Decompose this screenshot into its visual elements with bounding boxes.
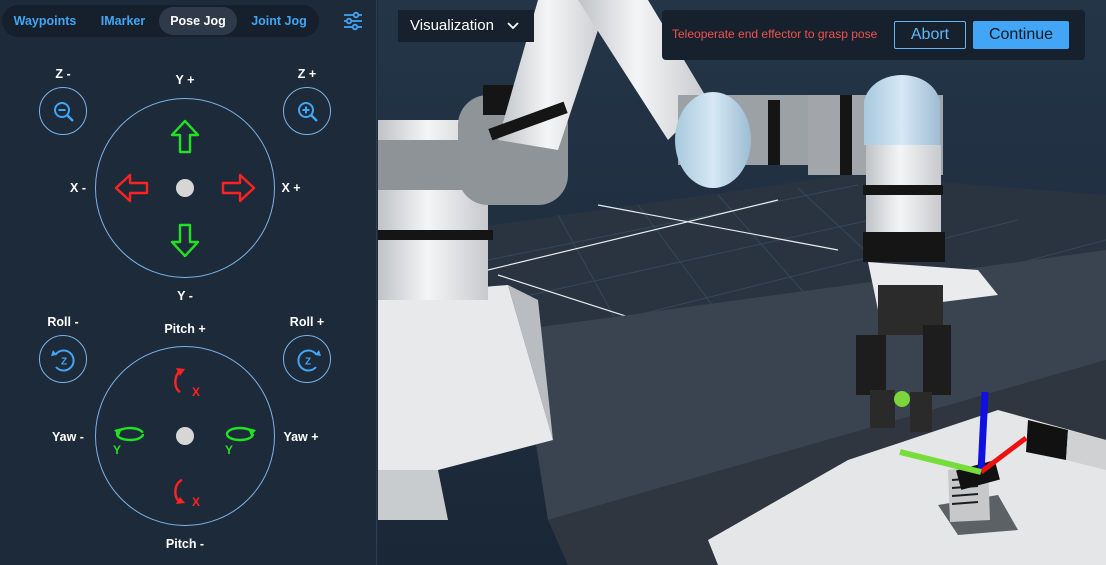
rotate-ccw-icon: Z bbox=[51, 349, 75, 372]
prompt-bar: Teleoperate end effector to grasp pose A… bbox=[662, 10, 1085, 60]
yaw-plus-label: Yaw + bbox=[283, 430, 319, 444]
z-plus-button[interactable] bbox=[283, 87, 331, 135]
x-minus-arrow-icon[interactable] bbox=[114, 172, 150, 204]
pitch-plus-label: Pitch + bbox=[164, 322, 206, 336]
y-plus-arrow-icon[interactable] bbox=[169, 119, 201, 155]
pitch-plus-rotate-icon[interactable]: X bbox=[166, 364, 204, 400]
continue-button[interactable]: Continue bbox=[973, 21, 1069, 49]
chevron-down-icon bbox=[507, 22, 519, 30]
pitch-minus-rotate-icon[interactable]: X bbox=[166, 474, 204, 510]
z-plus-label: Z + bbox=[297, 67, 317, 81]
roll-minus-button[interactable]: Z bbox=[39, 335, 87, 383]
translation-center-dot bbox=[176, 179, 194, 197]
yaw-minus-axis-label: Y bbox=[113, 443, 121, 456]
y-plus-label: Y + bbox=[175, 73, 195, 87]
zoom-out-icon bbox=[54, 102, 74, 122]
yaw-plus-axis-label: Y bbox=[225, 443, 233, 456]
x-plus-arrow-icon[interactable] bbox=[220, 172, 256, 204]
yaw-plus-rotate-icon[interactable]: Y bbox=[222, 420, 260, 456]
tab-imarker[interactable]: IMarker bbox=[88, 7, 158, 35]
3d-viewport[interactable] bbox=[378, 0, 1106, 565]
pitch-minus-label: Pitch - bbox=[165, 537, 205, 551]
tab-pose-jog[interactable]: Pose Jog bbox=[159, 7, 237, 35]
roll-plus-axis-label: Z bbox=[305, 357, 311, 368]
rotate-cw-icon: Z bbox=[297, 349, 321, 372]
yaw-minus-label: Yaw - bbox=[52, 430, 84, 444]
z-minus-label: Z - bbox=[55, 67, 71, 81]
y-minus-arrow-icon[interactable] bbox=[169, 222, 201, 258]
visualization-dropdown[interactable]: Visualization bbox=[398, 10, 534, 42]
roll-minus-label: Roll - bbox=[47, 315, 79, 329]
x-minus-label: X - bbox=[70, 181, 86, 195]
x-plus-label: X + bbox=[281, 181, 301, 195]
robot-scene bbox=[378, 0, 1106, 565]
jog-panel: Waypoints IMarker Pose Jog Joint Jog Z -… bbox=[0, 0, 377, 565]
pitch-plus-axis-label: X bbox=[192, 385, 200, 399]
y-minus-label: Y - bbox=[177, 289, 193, 303]
roll-minus-axis-label: Z bbox=[61, 357, 67, 368]
abort-button[interactable]: Abort bbox=[894, 21, 966, 49]
tab-bar: Waypoints IMarker Pose Jog Joint Jog bbox=[2, 5, 319, 37]
visualization-dropdown-value: Visualization bbox=[410, 17, 494, 34]
pitch-minus-axis-label: X bbox=[192, 495, 200, 509]
tab-waypoints[interactable]: Waypoints bbox=[8, 7, 82, 35]
roll-plus-label: Roll + bbox=[289, 315, 325, 329]
yaw-minus-rotate-icon[interactable]: Y bbox=[110, 420, 148, 456]
rotation-center-dot bbox=[176, 427, 194, 445]
z-minus-button[interactable] bbox=[39, 87, 87, 135]
roll-plus-button[interactable]: Z bbox=[283, 335, 331, 383]
sliders-icon[interactable] bbox=[342, 10, 364, 32]
prompt-message: Teleoperate end effector to grasp pose bbox=[672, 27, 878, 41]
zoom-in-icon bbox=[298, 102, 318, 122]
tab-joint-jog[interactable]: Joint Jog bbox=[240, 7, 318, 35]
